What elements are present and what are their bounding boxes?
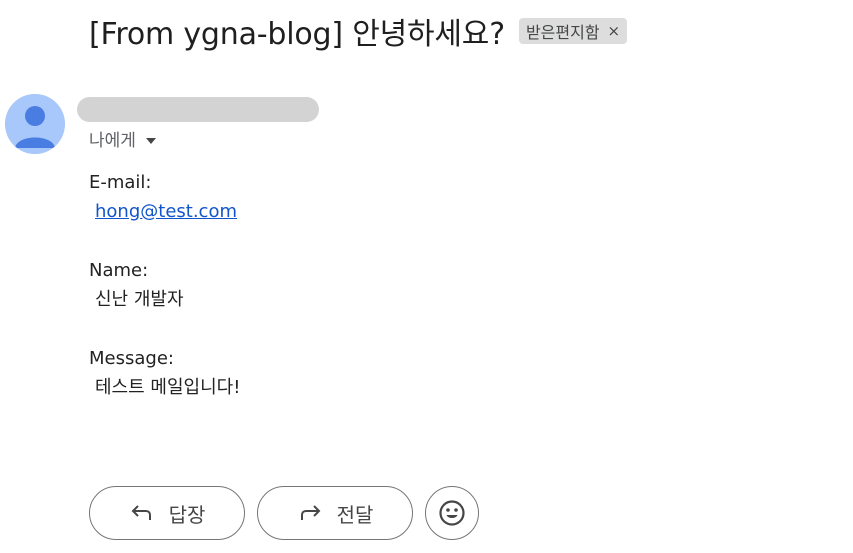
name-field-label: Name: [89, 260, 149, 281]
forward-arrow-icon [297, 503, 323, 523]
forward-label: 전달 [336, 502, 374, 527]
remove-label-icon[interactable]: × [608, 22, 621, 40]
sender-avatar-icon[interactable] [5, 94, 65, 154]
inbox-label-chip[interactable]: 받은편지함 × [518, 18, 628, 44]
message-field-value: 테스트 메일입니다! [95, 377, 241, 398]
email-link[interactable]: hong@test.com [95, 201, 237, 222]
recipient-dropdown[interactable]: 나에게 [89, 126, 156, 151]
email-view: [From ygna-blog] 안녕하세요? 받은편지함 × 나에게 E-ma… [0, 0, 853, 553]
sender-name-placeholder [77, 97, 319, 122]
caret-down-icon[interactable] [145, 137, 156, 144]
recipient-label: 나에게 [89, 131, 136, 151]
message-actions: 답장 전달 [89, 486, 479, 540]
emoji-reaction-button[interactable] [425, 486, 479, 540]
reply-label: 답장 [168, 502, 206, 527]
message-field-label: Message: [89, 348, 174, 369]
person-avatar-icon [5, 94, 65, 154]
reply-arrow-icon [129, 503, 155, 523]
email-field-label: E-mail: [89, 172, 152, 193]
forward-button[interactable]: 전달 [257, 486, 413, 540]
subject-row: [From ygna-blog] 안녕하세요? 받은편지함 × [89, 10, 628, 52]
email-field-value: hong@test.com [89, 197, 240, 226]
email-subject: [From ygna-blog] 안녕하세요? [89, 17, 505, 52]
inbox-label-text: 받은편지함 [525, 23, 600, 42]
reply-button[interactable]: 답장 [89, 486, 245, 540]
name-field-value: 신난 개발자 [95, 289, 184, 310]
smiley-face-icon [439, 500, 465, 526]
email-body: E-mail: hong@test.com Name: 신난 개발자 Messa… [89, 168, 240, 402]
